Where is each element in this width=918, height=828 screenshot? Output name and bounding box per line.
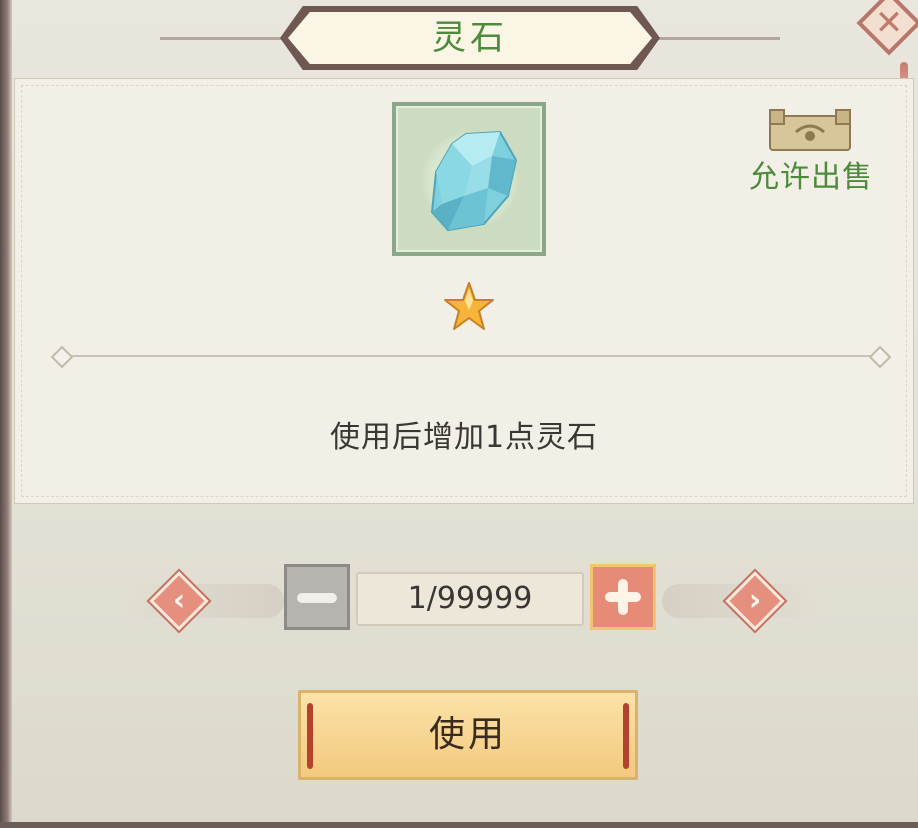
allow-sell-label: 允许出售 [749,160,873,195]
title-ornament-right [650,37,780,40]
window-frame-bottom [0,822,918,828]
close-icon: ✕ [874,3,904,43]
use-button-label: 使用 [428,714,507,755]
dialog-title: 灵石 [432,18,508,58]
divider-ornament-right [868,345,892,369]
decrease-quantity-button[interactable] [284,564,350,630]
next-item-button[interactable]: › [724,570,786,632]
use-button[interactable]: 使用 [298,690,638,780]
item-icon-inner [396,106,542,252]
item-description: 使用后增加1点灵石 [329,420,599,455]
star-rating-icon [444,282,494,330]
arrow-right-icon: › [748,583,762,618]
increase-quantity-button[interactable] [590,564,656,630]
window-frame-left [0,0,12,828]
arrow-left-icon: ‹ [172,583,186,618]
close-button[interactable]: ✕ [856,0,918,56]
title-banner: 灵石 [160,4,780,74]
section-divider [50,345,892,369]
divider-line [70,355,872,357]
item-icon-slot [392,102,546,256]
plus-icon-vertical [618,579,628,615]
blue-crystal-icon [430,130,518,232]
treasure-chest-icon [769,109,851,151]
minus-icon [297,593,337,603]
previous-item-button[interactable]: ‹ [148,570,210,632]
title-ornament-left [160,37,290,40]
quantity-field[interactable]: 1/99999 [356,572,584,626]
divider-ornament-left [50,345,74,369]
